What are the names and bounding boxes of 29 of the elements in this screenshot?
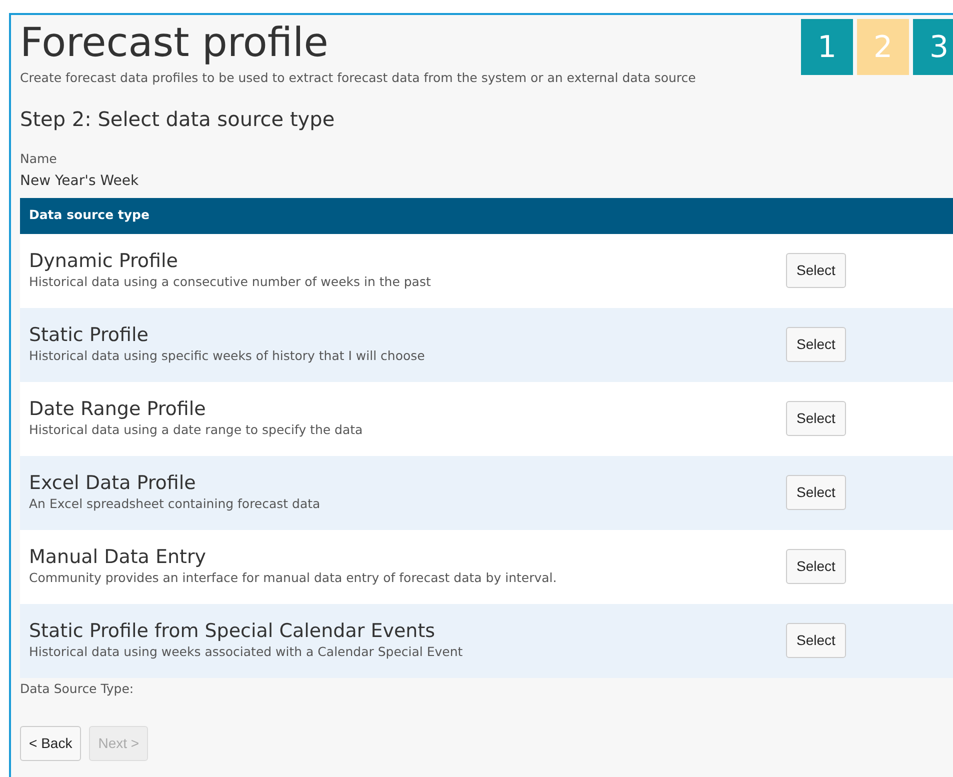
- source-description: Historical data using weeks associated with a Calendar Special Event: [29, 643, 464, 662]
- select-button[interactable]: Select: [786, 475, 846, 510]
- select-button[interactable]: Select: [786, 327, 846, 362]
- table-header: Data source type: [20, 198, 953, 234]
- source-description: An Excel spreadsheet containing forecast data: [29, 495, 322, 514]
- select-button[interactable]: Select: [786, 623, 846, 658]
- step-indicator: 3: [913, 19, 953, 75]
- name-label: Name: [20, 150, 58, 168]
- select-button[interactable]: Select: [786, 401, 846, 436]
- source-description: Community provides an interface for manual data entry of forecast data by interval.: [29, 569, 558, 588]
- source-title: Manual Data Entry: [29, 545, 208, 570]
- back-button[interactable]: < Back: [20, 726, 82, 762]
- select-button[interactable]: Select: [786, 253, 846, 288]
- step-heading: Step 2: Select data source type: [20, 106, 336, 133]
- name-value: New Year's Week: [20, 172, 140, 190]
- source-title: Dynamic Profile: [29, 249, 179, 274]
- source-title: Date Range Profile: [29, 397, 207, 422]
- data-source-type-label: Data Source Type:: [20, 680, 135, 698]
- source-description: Historical data using specific weeks of history that I will choose: [29, 347, 426, 366]
- source-title: Excel Data Profile: [29, 471, 197, 496]
- page-title: Forecast profile: [20, 19, 330, 67]
- source-title: Static Profile from Special Calendar Events: [29, 619, 436, 644]
- step-indicator: 1: [801, 19, 853, 75]
- source-description: Historical data using a consecutive number of weeks in the past: [29, 273, 432, 292]
- source-description: Historical data using a date range to specify the data: [29, 421, 364, 440]
- source-title: Static Profile: [29, 323, 150, 348]
- select-button[interactable]: Select: [786, 549, 846, 584]
- step-indicator: 2: [857, 19, 909, 75]
- page-subtitle: Create forecast data profiles to be used to extract forecast data from the system or an external data source: [20, 69, 696, 87]
